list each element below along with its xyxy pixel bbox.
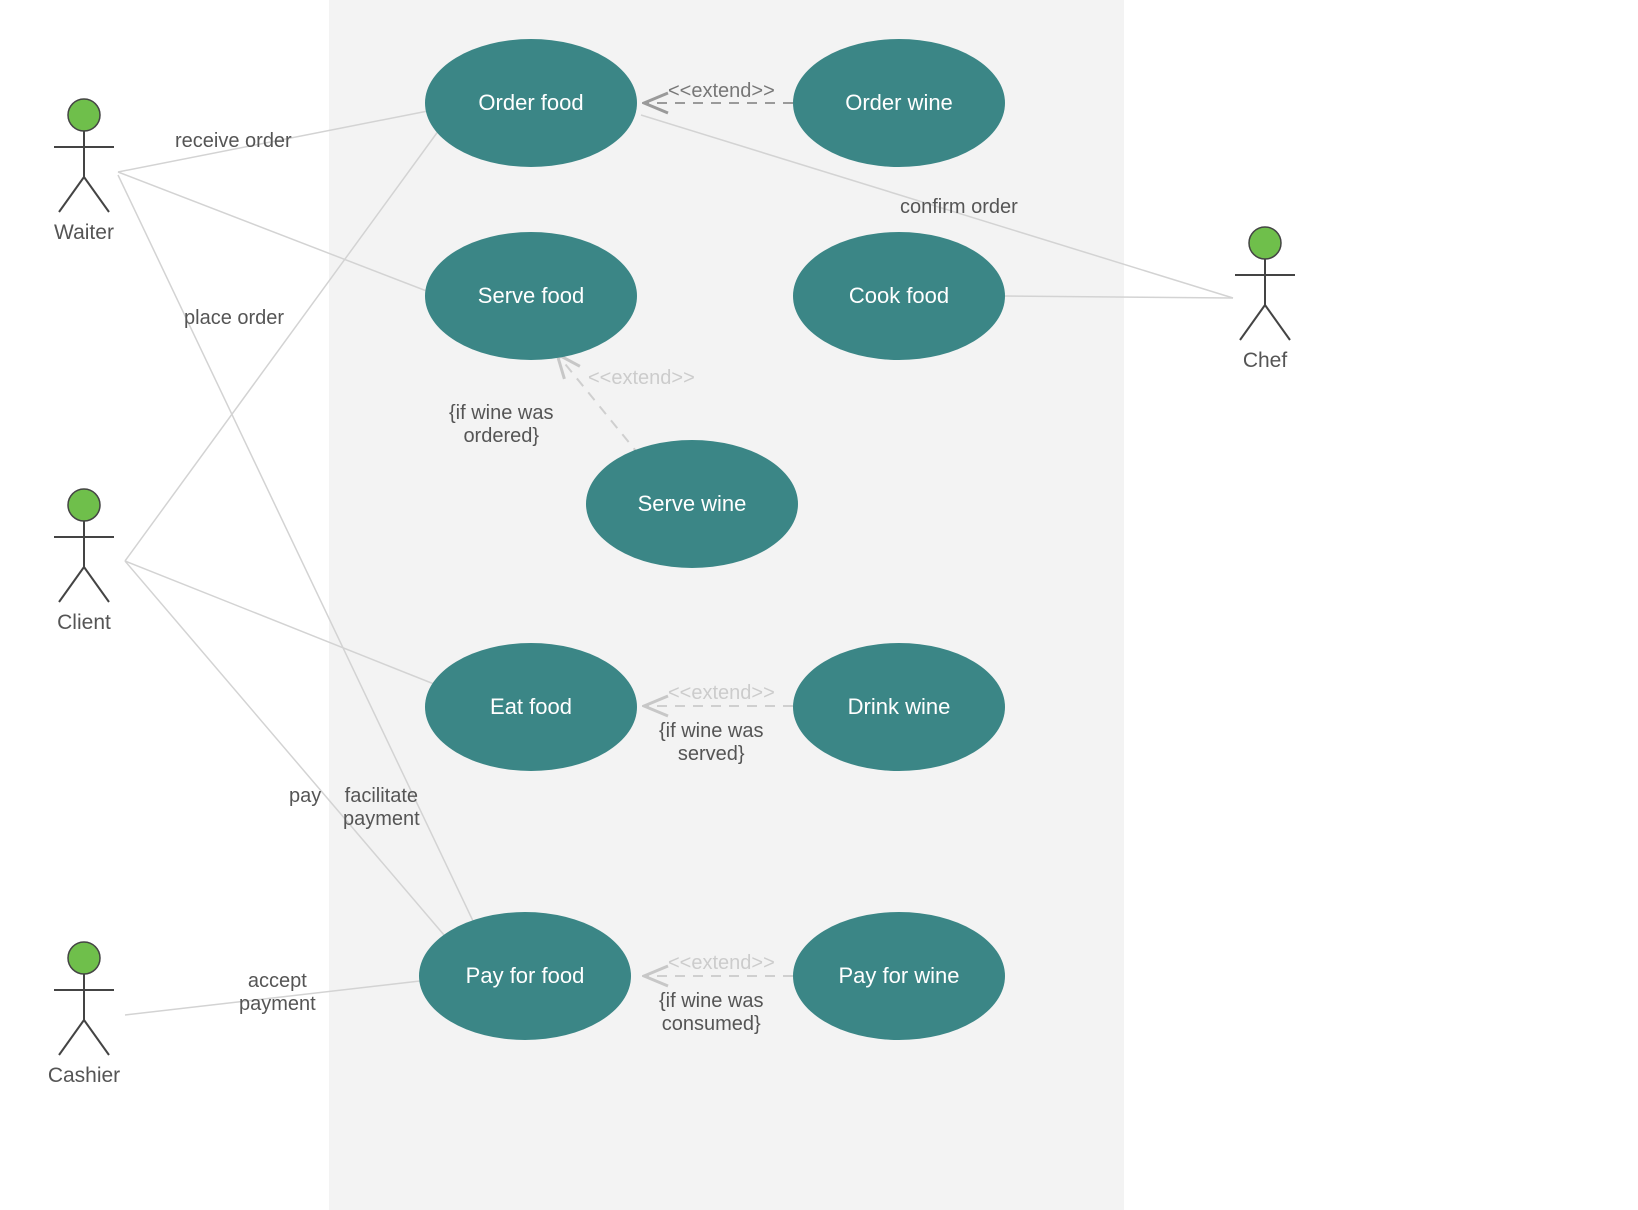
- label-cond-pay: {if wine was consumed}: [659, 990, 764, 1036]
- usecase-pay-for-wine: Pay for wine: [793, 912, 1005, 1040]
- usecase-label: Order food: [478, 90, 583, 116]
- label-receive-order: receive order: [175, 130, 292, 153]
- usecase-label: Cook food: [849, 283, 949, 309]
- usecase-pay-for-food: Pay for food: [419, 912, 631, 1040]
- label-facilitate-payment: facilitate payment: [343, 785, 420, 831]
- actor-waiter-label: Waiter: [44, 221, 124, 245]
- usecase-label: Serve wine: [638, 491, 747, 517]
- label-extend-4: <<extend>>: [668, 952, 775, 975]
- usecase-serve-food: Serve food: [425, 232, 637, 360]
- usecase-eat-food: Eat food: [425, 643, 637, 771]
- label-extend-2: <<extend>>: [588, 367, 695, 390]
- label-cond-serve: {if wine was ordered}: [449, 402, 554, 448]
- actor-chef-label: Chef: [1225, 349, 1305, 373]
- usecase-label: Drink wine: [848, 694, 951, 720]
- diagram-canvas: Waiter Client Cashier Chef: [0, 0, 1638, 1210]
- usecase-drink-wine: Drink wine: [793, 643, 1005, 771]
- actor-waiter: Waiter: [44, 97, 124, 245]
- usecase-label: Pay for food: [466, 963, 585, 989]
- usecase-label: Eat food: [490, 694, 572, 720]
- usecase-serve-wine: Serve wine: [586, 440, 798, 568]
- label-place-order: place order: [184, 307, 284, 330]
- actor-client: Client: [44, 487, 124, 635]
- usecase-label: Pay for wine: [838, 963, 959, 989]
- usecase-label: Serve food: [478, 283, 584, 309]
- label-accept-payment: accept payment: [239, 970, 316, 1016]
- label-pay: pay: [289, 785, 321, 808]
- label-extend-1: <<extend>>: [668, 80, 775, 103]
- usecase-cook-food: Cook food: [793, 232, 1005, 360]
- actor-cashier: Cashier: [44, 940, 124, 1088]
- label-confirm-order: confirm order: [900, 196, 1018, 219]
- actor-client-label: Client: [44, 611, 124, 635]
- usecase-label: Order wine: [845, 90, 953, 116]
- label-cond-eat: {if wine was served}: [659, 720, 764, 766]
- actor-cashier-label: Cashier: [44, 1064, 124, 1088]
- label-extend-3: <<extend>>: [668, 682, 775, 705]
- usecase-order-food: Order food: [425, 39, 637, 167]
- usecase-order-wine: Order wine: [793, 39, 1005, 167]
- actor-chef: Chef: [1225, 225, 1305, 373]
